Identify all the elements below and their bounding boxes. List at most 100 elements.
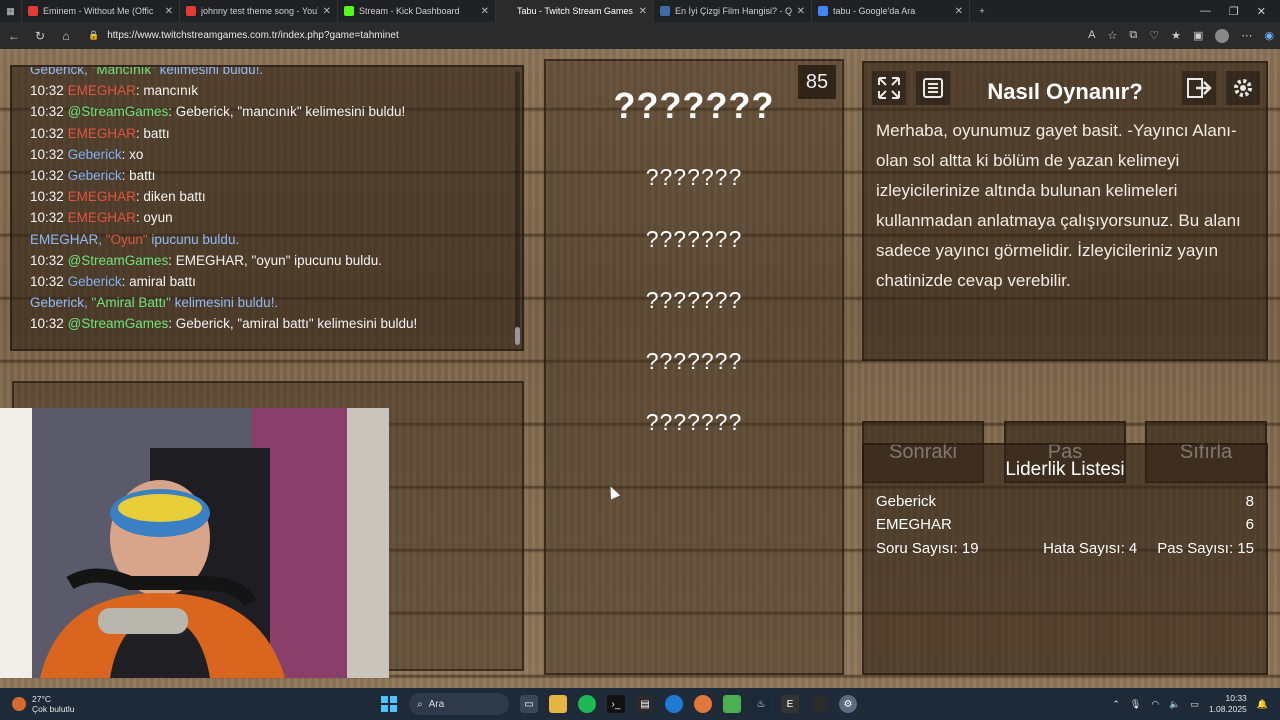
player-name: EMEGHAR bbox=[876, 516, 952, 533]
chat-username[interactable]: @StreamGames bbox=[68, 104, 169, 119]
chat-message: 10:32 Geberick: xo bbox=[30, 144, 512, 165]
chat-scrollbar[interactable] bbox=[515, 71, 520, 345]
browser-tab[interactable]: Eminem - Without Me (Offic ✕ bbox=[22, 0, 180, 22]
chat-username[interactable]: @StreamGames bbox=[68, 316, 169, 331]
tab-actions-icon[interactable]: ▦ bbox=[0, 0, 22, 22]
chat-username[interactable]: Geberick bbox=[68, 168, 122, 183]
hint-word: ??????? bbox=[645, 409, 743, 435]
browser-tab[interactable]: tabu - Google'da Ara ✕ bbox=[812, 0, 970, 22]
battery-icon[interactable]: ▭ bbox=[1190, 699, 1199, 710]
tab-title: johnny test theme song - YouTub bbox=[201, 6, 318, 16]
game-page: Geberick, "Mancınık" kelimesini buldu!. 1… bbox=[0, 49, 1280, 688]
how-to-play-text: Merhaba, oyunumuz gayet basit. -Yayıncı … bbox=[876, 121, 1241, 290]
steam-icon[interactable]: ♨ bbox=[752, 695, 770, 713]
new-tab-icon[interactable]: + bbox=[970, 0, 994, 22]
chat-username[interactable]: @StreamGames bbox=[68, 253, 169, 268]
weather-temp: 27°C bbox=[32, 694, 51, 704]
more-menu-icon[interactable]: ⋯ bbox=[1241, 29, 1252, 43]
app-icon[interactable] bbox=[723, 695, 741, 713]
tab-close-icon[interactable]: ✕ bbox=[481, 6, 489, 17]
player-score: 8 bbox=[1245, 493, 1254, 510]
favorite-star-icon[interactable]: ☆ bbox=[1108, 29, 1118, 43]
back-icon[interactable]: ← bbox=[6, 29, 22, 43]
browser-essentials-icon[interactable]: ♡ bbox=[1149, 29, 1159, 43]
leaderboard-row: Geberick 8 bbox=[876, 493, 1254, 510]
minimize-icon[interactable]: — bbox=[1200, 5, 1211, 18]
settings-gear-icon[interactable]: ⚙ bbox=[839, 695, 857, 713]
read-aloud-icon[interactable]: A bbox=[1088, 29, 1095, 43]
wifi-icon[interactable]: ◠ bbox=[1151, 699, 1159, 710]
refresh-icon[interactable]: ↻ bbox=[32, 29, 48, 43]
favorites-icon[interactable]: ★ bbox=[1171, 29, 1181, 43]
chat-message: 10:32 EMEGHAR: diken battı bbox=[30, 186, 512, 207]
microphone-icon[interactable]: 🎙 bbox=[1130, 699, 1141, 710]
weather-widget[interactable]: 27°C Çok bulutlu bbox=[0, 694, 200, 714]
chat-text: : amiral battı bbox=[121, 274, 196, 290]
file-explorer-icon[interactable] bbox=[549, 695, 567, 713]
taskbar-search[interactable]: ⌕ Ara bbox=[409, 693, 509, 715]
chat-message: 10:32 Geberick: amiral battı bbox=[30, 271, 512, 292]
hint-word: ??????? bbox=[645, 164, 743, 190]
speaker-icon[interactable]: 🔈 bbox=[1169, 699, 1180, 710]
chat-username[interactable]: EMEGHAR bbox=[68, 210, 136, 225]
chat-message: 10:32 @StreamGames: Geberick, "amiral ba… bbox=[30, 313, 512, 334]
chat-text: : oyun bbox=[135, 210, 173, 226]
chat-time: 10:32 bbox=[30, 274, 64, 290]
gear-icon[interactable] bbox=[1226, 71, 1260, 105]
edge-icon[interactable] bbox=[665, 695, 683, 713]
chat-time: 10:32 bbox=[30, 104, 64, 120]
system-message-part: "Oyun" bbox=[105, 231, 148, 247]
task-view-icon[interactable]: ▭ bbox=[520, 695, 538, 713]
chat-time: 10:32 bbox=[30, 252, 64, 268]
browser-app-icon[interactable] bbox=[694, 695, 712, 713]
system-message-part: kelimesini buldu!. bbox=[155, 65, 264, 77]
logout-icon[interactable] bbox=[1182, 71, 1216, 105]
obs-icon[interactable] bbox=[810, 695, 828, 713]
leaderboard-title: Liderlik Listesi bbox=[1005, 459, 1125, 480]
tab-close-icon[interactable]: ✕ bbox=[955, 6, 963, 17]
clock[interactable]: 10:33 1.08.2025 bbox=[1209, 693, 1247, 715]
error-count: Hata Sayısı: 4 bbox=[1043, 540, 1138, 557]
profile-avatar[interactable] bbox=[1215, 28, 1230, 43]
search-placeholder: Ara bbox=[428, 698, 445, 710]
tray-chevron-icon[interactable]: ⌃ bbox=[1112, 699, 1120, 710]
url-field[interactable]: 🔒 https://www.twitchstreamgames.com.tr/i… bbox=[84, 26, 1078, 46]
chat-message: 10:32 EMEGHAR: battı bbox=[30, 123, 512, 144]
tab-close-icon[interactable]: ✕ bbox=[323, 6, 331, 17]
chat-username[interactable]: Geberick bbox=[68, 274, 122, 289]
address-bar-row: ← ↻ ⌂ 🔒 https://www.twitchstreamgames.co… bbox=[0, 22, 1280, 49]
terminal-icon[interactable]: ›_ bbox=[607, 695, 625, 713]
tab-close-icon[interactable]: ✕ bbox=[797, 6, 805, 17]
app-icon[interactable]: ▤ bbox=[636, 695, 654, 713]
browser-tab[interactable]: En İyi Çizgi Film Hangisi? - Quizei ✕ bbox=[654, 0, 812, 22]
chat-username[interactable]: Geberick bbox=[68, 147, 122, 162]
tab-title: Stream - Kick Dashboard bbox=[359, 6, 460, 16]
collections-icon[interactable]: ▣ bbox=[1193, 29, 1203, 43]
copilot-icon[interactable]: ◉ bbox=[1264, 29, 1274, 43]
chat-text: : diken battı bbox=[135, 189, 206, 205]
extensions-icon[interactable]: ⧉ bbox=[1129, 29, 1137, 43]
taskbar: 27°C Çok bulutlu ⌕ Ara ▭ ›_ ▤ ♨ E ⚙ ⌃ 🎙 … bbox=[0, 688, 1280, 720]
maximize-icon[interactable]: ❐ bbox=[1229, 5, 1239, 18]
browser-tab[interactable]: Tabu - Twitch Stream Games ✕ bbox=[496, 0, 654, 22]
tab-close-icon[interactable]: ✕ bbox=[639, 6, 647, 17]
search-icon: ⌕ bbox=[417, 698, 423, 710]
chat-system-message: Geberick, "Amiral Battı" kelimesini buld… bbox=[30, 292, 512, 313]
spotify-icon[interactable] bbox=[578, 695, 596, 713]
question-count: Soru Sayısı: 19 bbox=[876, 540, 979, 557]
chat-time: 10:32 bbox=[30, 316, 64, 332]
chat-username[interactable]: EMEGHAR bbox=[68, 126, 136, 141]
close-window-icon[interactable]: ✕ bbox=[1257, 5, 1266, 18]
chat-username[interactable]: EMEGHAR bbox=[68, 83, 136, 98]
browser-tab[interactable]: johnny test theme song - YouTub ✕ bbox=[180, 0, 338, 22]
chat-message: 10:32 @StreamGames: Geberick, "mancınık"… bbox=[30, 101, 512, 122]
epic-games-icon[interactable]: E bbox=[781, 695, 799, 713]
chat-username[interactable]: EMEGHAR bbox=[68, 189, 136, 204]
home-icon[interactable]: ⌂ bbox=[58, 29, 74, 43]
windows-start-icon[interactable] bbox=[380, 695, 398, 713]
chat-panel: Geberick, "Mancınık" kelimesini buldu!. 1… bbox=[10, 65, 524, 351]
chat-text: : Geberick, "mancınık" kelimesini buldu! bbox=[168, 104, 406, 120]
notifications-icon[interactable]: 🔔 bbox=[1257, 699, 1268, 710]
tab-close-icon[interactable]: ✕ bbox=[165, 6, 173, 17]
browser-tab[interactable]: Stream - Kick Dashboard ✕ bbox=[338, 0, 496, 22]
